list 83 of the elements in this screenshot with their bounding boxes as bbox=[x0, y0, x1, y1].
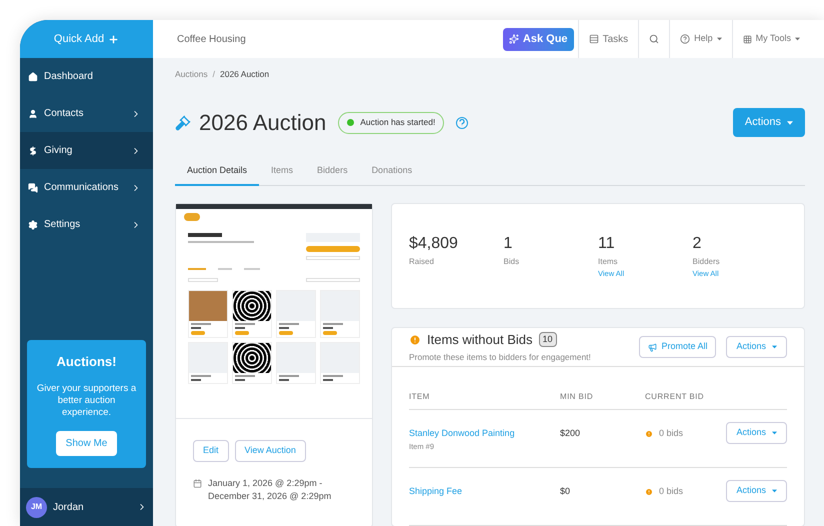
user-name: Jordan bbox=[53, 500, 85, 514]
grid-icon bbox=[742, 34, 752, 44]
nav-item[interactable]: Settings bbox=[20, 206, 153, 243]
sparkle-icon bbox=[508, 34, 519, 44]
caret-icon bbox=[795, 37, 800, 41]
row-actions-dropdown[interactable]: Actions bbox=[726, 422, 787, 444]
avatar: JM bbox=[26, 496, 47, 518]
breadcrumb-link[interactable]: Auctions bbox=[175, 68, 208, 81]
promote-all-button[interactable]: Promote All bbox=[639, 336, 716, 358]
stat-value: 11 bbox=[598, 234, 616, 254]
caret-icon bbox=[772, 489, 777, 493]
warning-icon bbox=[645, 430, 653, 438]
card-title: Items without Bids bbox=[427, 330, 532, 349]
calendar-icon bbox=[193, 479, 202, 488]
nav-label: Settings bbox=[44, 218, 82, 232]
bid-count: 0 bids bbox=[659, 485, 684, 498]
gavel-icon bbox=[175, 114, 191, 130]
breadcrumb-current: 2026 Auction bbox=[220, 68, 270, 81]
stat-label: Items bbox=[598, 256, 619, 268]
view-auction-button[interactable]: View Auction bbox=[234, 440, 306, 462]
tasks-button[interactable]: Tasks bbox=[578, 20, 638, 58]
tab[interactable]: Donations bbox=[360, 164, 424, 186]
chat-icon bbox=[28, 182, 38, 192]
column-header: MIN BID bbox=[560, 391, 594, 403]
caret-icon bbox=[787, 120, 793, 124]
tab[interactable]: Bidders bbox=[305, 164, 360, 186]
stat-label: Bidders bbox=[692, 256, 721, 268]
help-menu[interactable]: Help bbox=[669, 20, 732, 58]
column-header: CURRENT BID bbox=[645, 391, 704, 403]
organization-name: Coffee Housing bbox=[176, 32, 247, 46]
search-icon bbox=[649, 34, 660, 44]
caret-icon bbox=[772, 431, 777, 435]
nav-item[interactable]: Contacts bbox=[20, 95, 153, 132]
nav-label: Dashboard bbox=[44, 70, 94, 84]
column-header: ITEM bbox=[409, 391, 431, 403]
min-bid: $200 bbox=[560, 427, 582, 440]
stat-value: 2 bbox=[692, 234, 702, 254]
actions-dropdown[interactable]: Actions bbox=[726, 336, 787, 358]
bid-count: 0 bids bbox=[659, 427, 684, 440]
row-actions-dropdown[interactable]: Actions bbox=[726, 480, 787, 502]
user-icon bbox=[28, 108, 38, 118]
caret-icon bbox=[772, 345, 777, 349]
help-icon[interactable] bbox=[456, 116, 468, 128]
user-bar[interactable]: JM Jordan bbox=[20, 488, 153, 526]
nav-label: Contacts bbox=[44, 107, 84, 121]
ask-que-button[interactable]: Ask Que bbox=[502, 28, 574, 50]
gear-icon bbox=[28, 220, 38, 230]
tasks-icon bbox=[588, 34, 599, 44]
min-bid: $0 bbox=[560, 485, 572, 498]
dollar-icon bbox=[28, 146, 38, 156]
home-icon bbox=[28, 72, 38, 82]
tab[interactable]: Items bbox=[259, 164, 306, 186]
my-tools-menu[interactable]: My Tools bbox=[732, 20, 824, 58]
stat-value: 1 bbox=[504, 234, 514, 254]
breadcrumb-separator: / bbox=[212, 68, 215, 81]
show-me-button[interactable]: Show Me bbox=[56, 431, 118, 456]
actions-button[interactable]: Actions bbox=[732, 108, 805, 137]
nav-item[interactable]: Dashboard bbox=[20, 58, 153, 95]
warning-icon bbox=[645, 488, 653, 496]
count-badge: 10 bbox=[538, 332, 557, 348]
quick-add-button[interactable]: Quick Add bbox=[20, 20, 153, 58]
promo-title: Auctions! bbox=[56, 352, 116, 370]
stat-label: Raised bbox=[409, 256, 435, 268]
megaphone-icon bbox=[648, 342, 658, 352]
nav-label: Giving bbox=[44, 144, 74, 158]
status-badge: Auction has started! bbox=[338, 112, 444, 134]
warning-icon bbox=[409, 334, 421, 346]
caret-icon bbox=[716, 37, 722, 41]
stat-value: $4,809 bbox=[409, 234, 459, 254]
stat-label: Bids bbox=[504, 256, 520, 268]
page-title: 2026 Auction bbox=[199, 109, 326, 137]
nav-item[interactable]: Communications bbox=[20, 169, 153, 206]
help-icon bbox=[680, 34, 690, 44]
auction-dates: January 1, 2026 @ 2:29pm - December 31, 2026 @ 2:29pm bbox=[208, 477, 332, 503]
item-link[interactable]: Stanley Donwood Painting bbox=[409, 427, 560, 440]
edit-button[interactable]: Edit bbox=[193, 440, 229, 462]
plus-icon bbox=[108, 34, 120, 44]
promo-text: Giver your supporters a better auction experience. bbox=[36, 383, 138, 419]
nav-label: Communications bbox=[44, 181, 120, 195]
nav-item[interactable]: Giving bbox=[20, 132, 153, 169]
tab[interactable]: Auction Details bbox=[175, 164, 260, 186]
card-subtitle: Promote these items to bidders for engagement! bbox=[409, 351, 592, 364]
item-link[interactable]: Shipping Fee bbox=[409, 485, 560, 498]
